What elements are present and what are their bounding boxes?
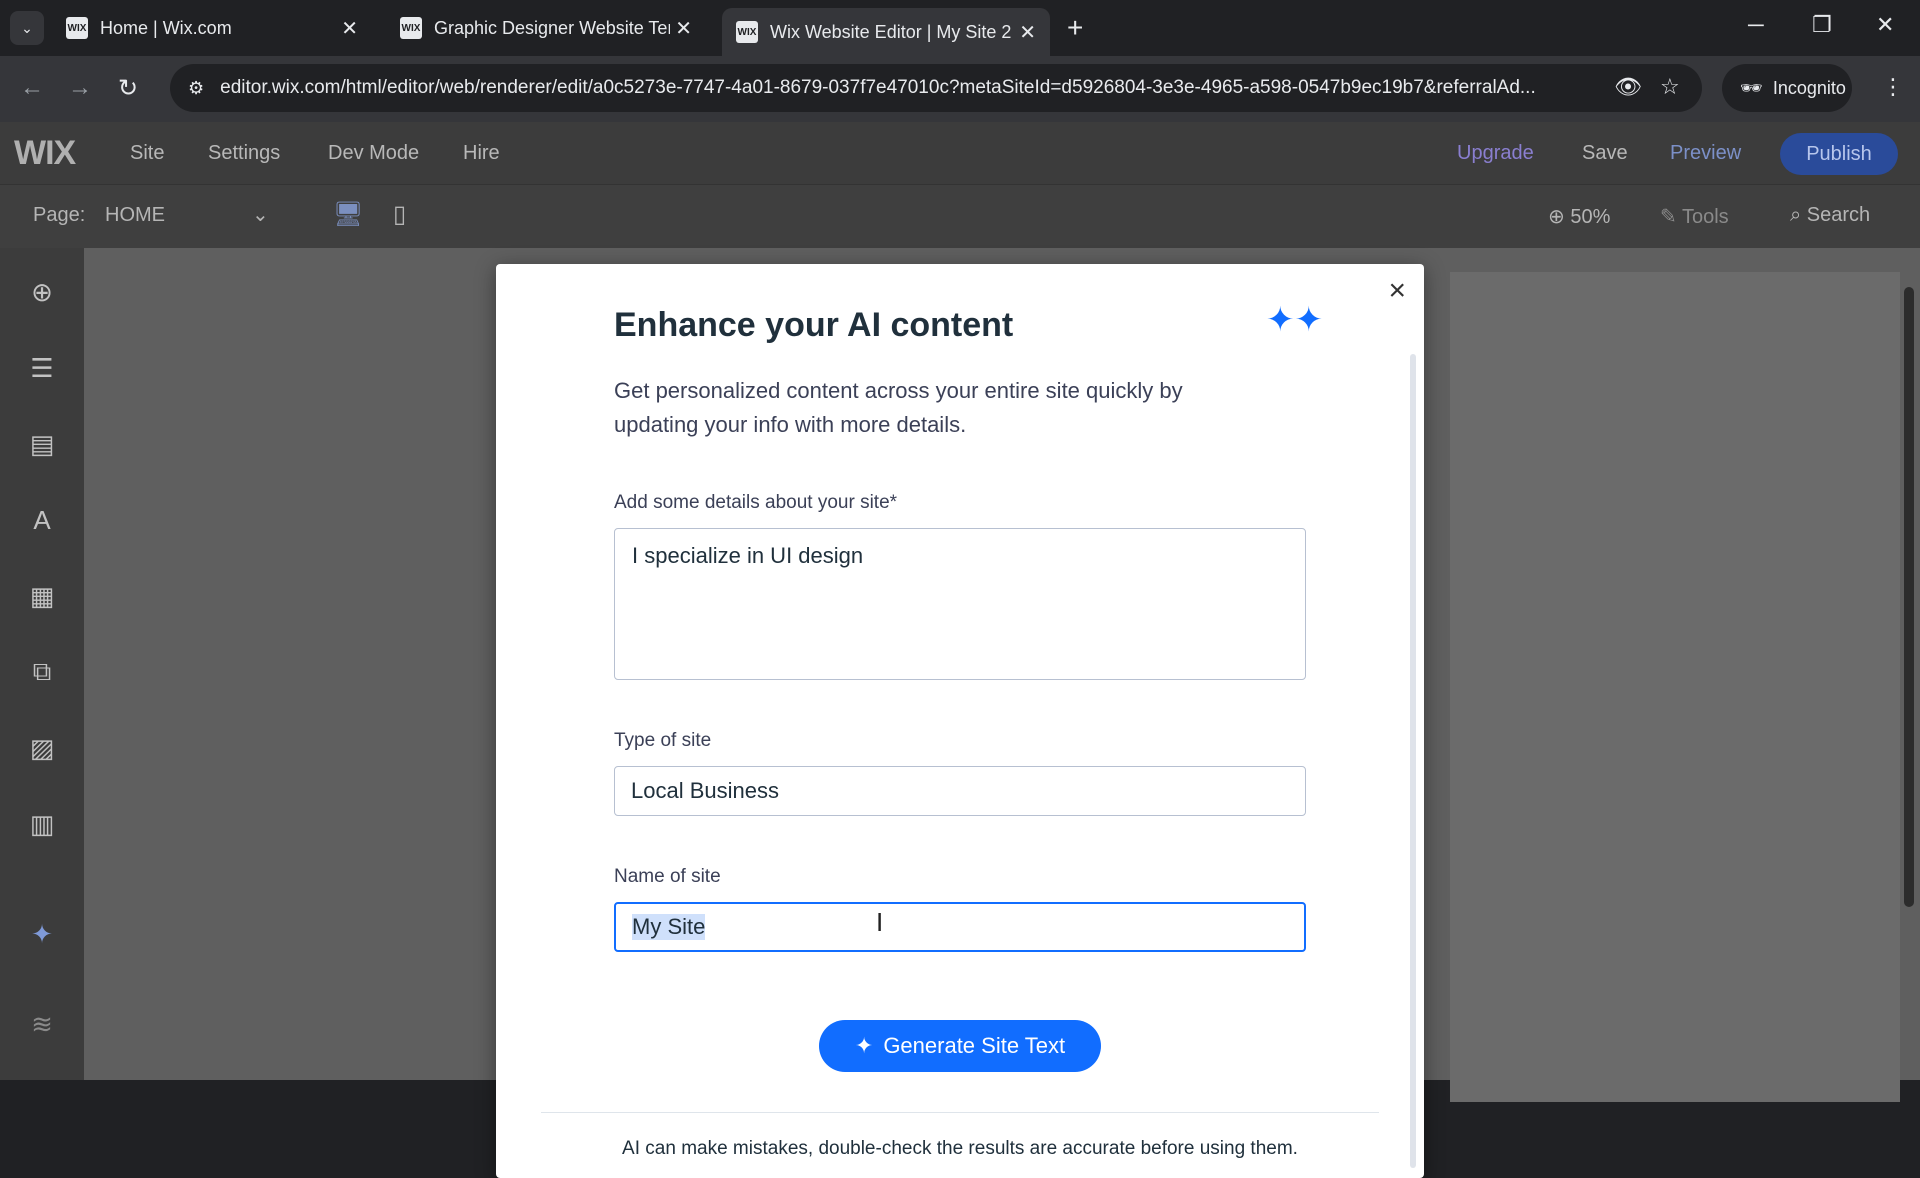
page-selector[interactable]: HOME xyxy=(105,204,165,227)
left-tool-rail: ⊕ ☰ ▤ A ▦ ⧉ ▨ ▥ ✦ ≋ xyxy=(0,248,84,1080)
name-of-site-value: My Site xyxy=(632,914,706,940)
wix-editor: WIX Site Settings Dev Mode Hire Upgrade … xyxy=(0,122,1920,1178)
menu-dev-mode[interactable]: Dev Mode xyxy=(328,142,419,165)
ai-tools-icon[interactable]: ✦ xyxy=(26,918,58,950)
editor-secondary-bar xyxy=(0,184,1920,248)
chevron-down-icon[interactable]: ⌄ xyxy=(252,202,269,227)
zoom-control[interactable]: ⊕ 50% xyxy=(1548,204,1610,229)
generate-button-label: Generate Site Text xyxy=(883,1033,1066,1058)
new-tab-icon[interactable]: + xyxy=(1067,12,1083,44)
tab-graphic-designer[interactable]: WIX Graphic Designer Website Temp ✕ xyxy=(386,8,706,48)
generate-site-text-button[interactable]: ✦ Generate Site Text xyxy=(819,1020,1101,1072)
incognito-icon: 🕶 xyxy=(1740,77,1763,98)
type-of-site-value: Local Business xyxy=(631,778,779,803)
desktop-view-icon[interactable]: 🖥 xyxy=(333,200,363,229)
close-icon[interactable]: × xyxy=(1388,274,1406,308)
ai-disclaimer: AI can make mistakes, double-check the r… xyxy=(622,1138,1298,1159)
wix-favicon-icon: WIX xyxy=(400,17,422,39)
search-label: Search xyxy=(1806,204,1871,226)
minimize-icon[interactable]: ─ xyxy=(1748,12,1764,38)
eye-off-icon[interactable]: 👁 xyxy=(1614,74,1642,100)
enhance-ai-content-dialog: × Enhance your AI content ✦✦ Get persona… xyxy=(496,264,1424,1178)
details-label: Add some details about your site* xyxy=(614,492,898,513)
add-elements-icon[interactable]: ⊕ xyxy=(26,276,58,308)
menu-site[interactable]: Site xyxy=(130,142,164,165)
tab-home-wix[interactable]: WIX Home | Wix.com ✕ xyxy=(52,8,372,48)
apps-icon[interactable]: ▦ xyxy=(26,580,58,612)
save-button[interactable]: Save xyxy=(1582,142,1628,165)
cms-icon[interactable]: ▥ xyxy=(26,808,58,840)
tab-title: Home | Wix.com xyxy=(100,17,232,38)
browser-tab-bar: ⌄ WIX Home | Wix.com ✕ WIX Graphic Desig… xyxy=(0,0,1920,56)
name-of-site-label: Name of site xyxy=(614,866,721,887)
media-icon[interactable]: ▨ xyxy=(26,732,58,764)
back-icon[interactable]: ← xyxy=(20,74,44,102)
tab-title: Wix Website Editor | My Site 2 xyxy=(770,21,1012,42)
wix-logo[interactable]: WIX xyxy=(14,134,76,173)
zoom-value: 50% xyxy=(1570,206,1611,228)
incognito-indicator[interactable]: 🕶 Incognito xyxy=(1722,64,1852,112)
footer-divider xyxy=(541,1112,1379,1113)
sections-icon[interactable]: ☰ xyxy=(26,352,58,384)
mobile-view-icon[interactable]: ▯ xyxy=(393,200,406,229)
address-bar[interactable]: ⚙ editor.wix.com/html/editor/web/rendere… xyxy=(170,64,1702,112)
bookmark-star-icon[interactable]: ☆ xyxy=(1660,74,1680,100)
menu-hire[interactable]: Hire xyxy=(463,142,500,165)
sparkle-icon: ✦ xyxy=(854,1033,874,1058)
close-tab-icon[interactable]: ✕ xyxy=(675,16,692,41)
tools-label: Tools xyxy=(1681,206,1729,228)
close-tab-icon[interactable]: ✕ xyxy=(341,16,358,41)
ai-sparkle-icon: ✦✦ xyxy=(1266,301,1323,339)
dialog-description: Get personalized content across your ent… xyxy=(614,378,1183,437)
wix-favicon-icon: WIX xyxy=(736,21,758,43)
publish-button[interactable]: Publish xyxy=(1780,133,1898,175)
wix-favicon-icon: WIX xyxy=(66,17,88,39)
canvas-scrollbar[interactable] xyxy=(1904,287,1914,907)
incognito-label: Incognito xyxy=(1772,77,1846,98)
layers-icon[interactable]: ≋ xyxy=(26,1008,58,1040)
editor-top-bar xyxy=(0,122,1920,184)
upgrade-link[interactable]: Upgrade xyxy=(1457,142,1534,165)
tools-button[interactable]: ✎ Tools xyxy=(1660,204,1729,229)
search-button[interactable]: ⌕ Search xyxy=(1790,204,1870,227)
page-label: Page: xyxy=(33,204,86,226)
tab-wix-editor[interactable]: WIX Wix Website Editor | My Site 2 ✕ xyxy=(722,8,1050,56)
canvas-page-area[interactable] xyxy=(1450,272,1900,1102)
tab-search-menu-icon[interactable]: ⌄ xyxy=(10,11,44,45)
browser-menu-icon[interactable]: ⋮ xyxy=(1882,74,1904,100)
preview-button[interactable]: Preview xyxy=(1670,142,1741,165)
reload-icon[interactable]: ↻ xyxy=(118,74,138,103)
window-close-icon[interactable]: ✕ xyxy=(1876,12,1894,38)
site-details-textarea[interactable]: I specialize in UI design xyxy=(614,528,1306,680)
close-tab-icon[interactable]: ✕ xyxy=(1019,20,1036,45)
menu-settings[interactable]: Settings xyxy=(208,142,280,165)
url-text[interactable]: editor.wix.com/html/editor/web/renderer/… xyxy=(220,77,1610,99)
dialog-title: Enhance your AI content xyxy=(614,306,1014,344)
business-apps-icon[interactable]: ⧉ xyxy=(26,656,58,688)
type-of-site-input[interactable]: Local Business xyxy=(614,766,1306,816)
site-info-icon[interactable]: ⚙ xyxy=(188,78,204,99)
dialog-scrollbar[interactable] xyxy=(1410,354,1416,1168)
design-icon[interactable]: A xyxy=(26,504,58,536)
text-cursor-icon: I xyxy=(876,907,884,937)
forward-icon[interactable]: → xyxy=(68,74,92,102)
type-of-site-label: Type of site xyxy=(614,730,712,751)
pages-icon[interactable]: ▤ xyxy=(26,428,58,460)
name-of-site-input[interactable]: My Site xyxy=(614,902,1306,952)
tab-title: Graphic Designer Website Temp xyxy=(434,17,670,38)
restore-icon[interactable]: ❐ xyxy=(1812,12,1832,38)
